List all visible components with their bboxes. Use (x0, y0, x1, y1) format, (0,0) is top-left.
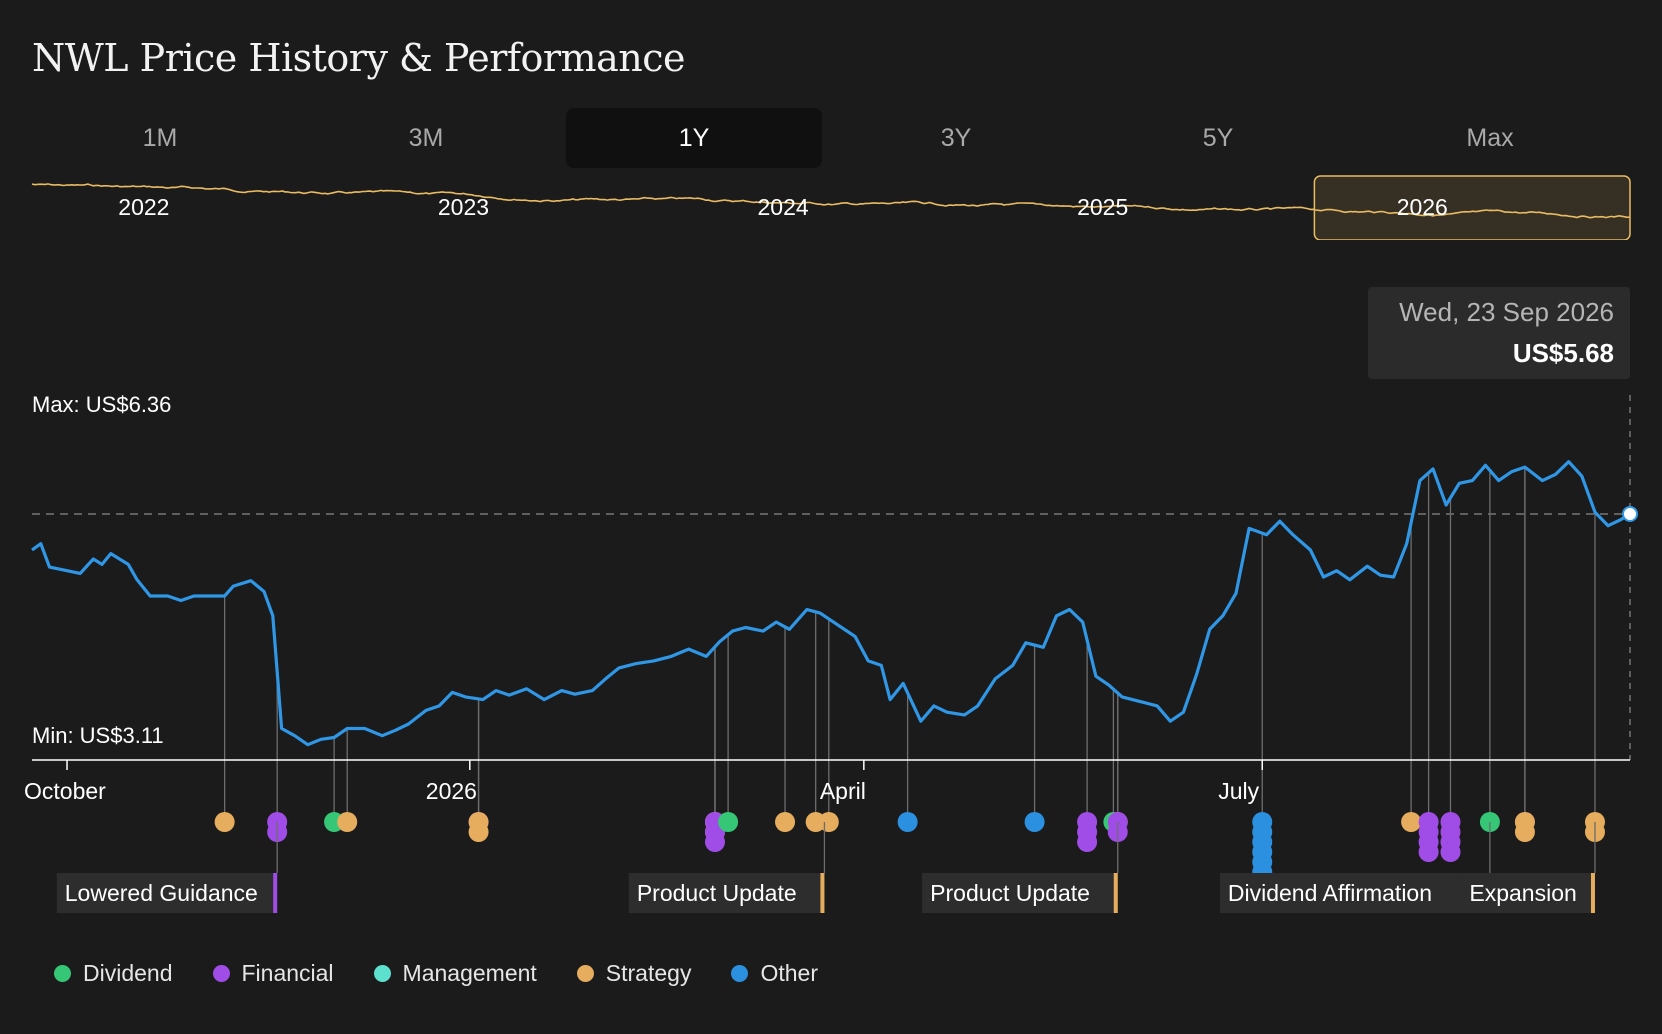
price-chart[interactable]: Max: US$6.36 Min: US$3.11 October 2026 April… (0, 0, 1662, 1034)
event-marker-dot (1401, 812, 1422, 832)
legend-label: Dividend (83, 960, 173, 986)
event-marker-dot (214, 812, 235, 832)
x-tick-label: October (24, 778, 106, 804)
tooltip-date: Wed, 23 Sep 2026 (1399, 297, 1614, 327)
max-price-label: Max: US$6.36 (32, 392, 171, 417)
legend-label: Management (402, 960, 537, 986)
event-marker-dot (818, 812, 839, 832)
event-label-accent (820, 873, 825, 913)
event-marker-dot (775, 812, 796, 832)
legend-item-strategy[interactable]: Strategy (576, 960, 692, 987)
legend-label: Financial (241, 960, 334, 986)
hover-point (1622, 505, 1638, 522)
min-price-label: Min: US$3.11 (32, 723, 164, 748)
event-label-text: Product Update (930, 880, 1090, 906)
event-marker-dot (704, 832, 725, 852)
legend-item-management[interactable]: Management (373, 960, 537, 987)
tooltip-price: US$5.68 (1512, 338, 1614, 368)
event-label-accent (1113, 873, 1118, 913)
event-label-accent (1590, 873, 1595, 913)
chart-legend: Dividend Financial Management Strategy O… (54, 960, 818, 987)
legend-item-financial[interactable]: Financial (212, 960, 334, 987)
event-marker-dot (1514, 822, 1535, 842)
x-tick-label: April (820, 778, 866, 804)
event-marker-dot (337, 812, 358, 832)
x-tick-label: 2026 (426, 778, 477, 804)
price-series-line (31, 460, 1631, 747)
event-marker-dot (1440, 842, 1461, 862)
event-marker-dot (718, 812, 739, 832)
legend-label: Strategy (605, 960, 692, 986)
hover-tooltip: Wed, 23 Sep 2026 US$5.68 (1368, 287, 1630, 379)
legend-label: Other (760, 960, 818, 986)
legend-dot-dividend (54, 965, 71, 982)
legend-dot-financial (212, 965, 230, 982)
event-marker-dot (1077, 832, 1098, 852)
event-label-text: Dividend Affirmation (1228, 880, 1432, 906)
legend-dot-management (373, 965, 391, 982)
event-label-text: Product Update (637, 880, 797, 906)
event-label-text: Expansion (1469, 880, 1576, 906)
legend-item-other[interactable]: Other (731, 960, 818, 987)
event-marker-dot (1418, 842, 1439, 862)
event-label-accent (273, 873, 278, 913)
event-marker-dot (468, 822, 489, 842)
event-marker-dot (1024, 812, 1045, 832)
legend-dot-strategy (576, 965, 594, 982)
legend-item-dividend[interactable]: Dividend (54, 960, 173, 987)
x-tick-label: July (1218, 778, 1259, 804)
legend-dot-other (731, 965, 749, 982)
event-marker-dot (897, 812, 918, 832)
event-label-text: Lowered Guidance (65, 880, 258, 906)
